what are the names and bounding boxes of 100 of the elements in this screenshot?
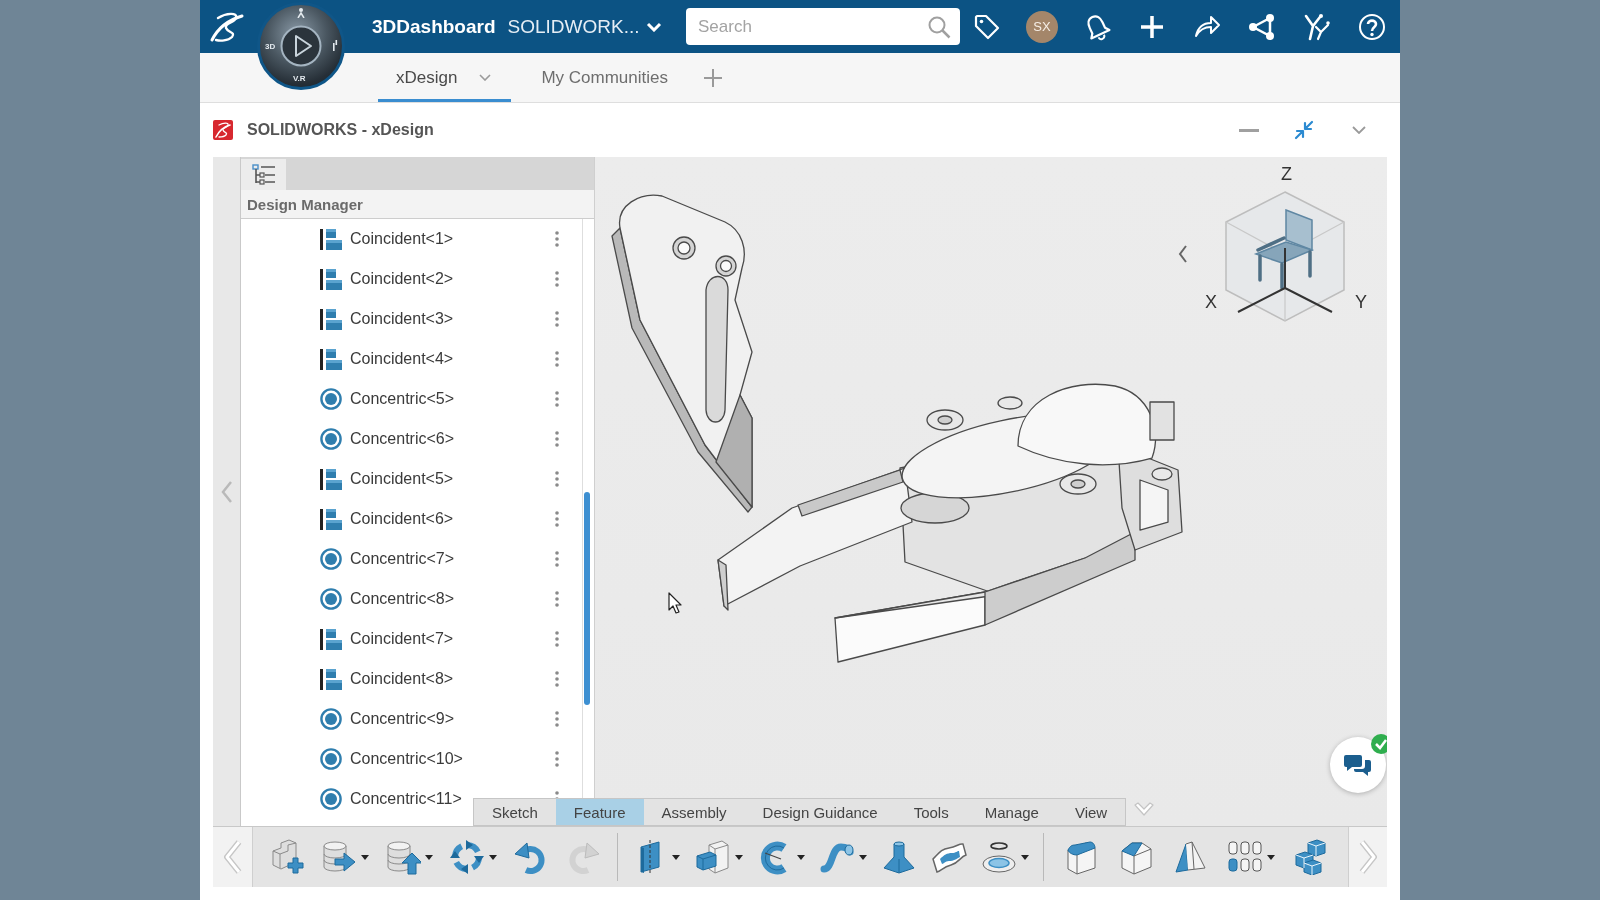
tree-item[interactable]: Coincident<7> <box>350 630 454 648</box>
tag-icon[interactable] <box>973 12 1001 41</box>
command-tab[interactable]: Sketch <box>474 799 556 825</box>
play-icon[interactable] <box>280 25 322 67</box>
more-options-icon[interactable] <box>555 511 559 527</box>
dropdown-caret-icon[interactable] <box>361 854 370 860</box>
grid-icon[interactable] <box>1226 839 1263 875</box>
concentric-icon <box>320 708 342 730</box>
chevron-left-icon[interactable] <box>1178 245 1188 263</box>
person-icon <box>297 8 305 18</box>
coincident-icon <box>320 228 342 250</box>
wedge-icon[interactable] <box>1172 839 1209 875</box>
figures-icon[interactable] <box>1303 12 1331 41</box>
concentric-icon <box>320 748 342 770</box>
search-icon[interactable] <box>927 14 951 39</box>
coincident-icon <box>320 308 342 330</box>
compass-label: V.R <box>293 74 306 83</box>
coincident-icon <box>320 268 342 290</box>
tree-item[interactable]: Concentric<9> <box>350 710 455 728</box>
coincident-icon <box>320 668 342 690</box>
check-icon <box>1371 734 1387 754</box>
more-options-icon[interactable] <box>555 471 559 487</box>
dropdown-caret-icon[interactable] <box>1266 854 1275 860</box>
concentric-icon <box>320 548 342 570</box>
more-options-icon[interactable] <box>555 231 559 247</box>
dropdown-caret-icon[interactable] <box>1021 854 1030 860</box>
cycle-arrows-icon[interactable] <box>449 839 486 875</box>
box-icon[interactable] <box>694 839 731 875</box>
axis-label: X <box>1205 293 1217 311</box>
command-tab[interactable]: View <box>1056 799 1126 825</box>
tab[interactable]: My Communities <box>523 53 688 102</box>
more-options-icon[interactable] <box>555 431 559 447</box>
tree-item[interactable]: Coincident<3> <box>350 310 454 328</box>
concentric-icon <box>320 428 342 450</box>
command-tab[interactable]: Tools <box>895 799 967 825</box>
axis-label: Y <box>1355 293 1367 311</box>
tree-item[interactable]: Coincident<2> <box>350 270 454 288</box>
tree-item[interactable]: Concentric<11> <box>350 790 462 808</box>
chat-button[interactable] <box>1330 737 1386 793</box>
dropdown-caret-icon[interactable] <box>858 854 867 860</box>
more-options-icon[interactable] <box>555 631 559 647</box>
command-tab[interactable]: Assembly <box>643 799 745 825</box>
dropdown-caret-icon[interactable] <box>672 854 681 860</box>
more-options-icon[interactable] <box>555 671 559 687</box>
more-options-icon[interactable] <box>555 391 559 407</box>
tree-item[interactable]: Concentric<10> <box>350 750 463 768</box>
window-title: SOLIDWORKS - xDesign <box>247 121 434 139</box>
tree-item[interactable]: Concentric<6> <box>350 430 455 448</box>
bar-mark-icon <box>332 40 338 51</box>
cursor-icon <box>668 592 682 614</box>
concentric-icon <box>320 388 342 410</box>
tree-item[interactable]: Coincident<5> <box>350 470 454 488</box>
panel-tab[interactable] <box>241 159 286 190</box>
cylinder-arrow-right-icon[interactable] <box>321 839 358 875</box>
more-options-icon[interactable] <box>555 311 559 327</box>
more-options-icon[interactable] <box>555 271 559 287</box>
search-button[interactable] <box>918 8 960 45</box>
coincident-icon <box>320 508 342 530</box>
dropdown-caret-icon[interactable] <box>425 854 434 860</box>
command-tab[interactable]: Manage <box>966 799 1057 825</box>
tree-item[interactable]: Coincident<4> <box>350 350 454 368</box>
more-options-icon[interactable] <box>555 711 559 727</box>
command-tab[interactable]: Design Guidance <box>744 799 896 825</box>
more-options-icon[interactable] <box>555 551 559 567</box>
tree-icon[interactable] <box>251 163 276 186</box>
nodes-icon[interactable] <box>1248 12 1276 41</box>
command-tab[interactable]: Feature <box>555 799 644 825</box>
coincident-icon <box>320 628 342 650</box>
scrollbar-thumb[interactable] <box>584 492 590 705</box>
dropdown-caret-icon[interactable] <box>734 854 743 860</box>
more-options-icon[interactable] <box>555 351 559 367</box>
chat-icon[interactable] <box>1344 753 1372 777</box>
dashboard-name[interactable]: SOLIDWORK... <box>507 15 640 38</box>
collapse-icon[interactable] <box>1294 120 1314 140</box>
tree-item[interactable]: Coincident<1> <box>350 230 454 248</box>
tapered-column-icon[interactable] <box>880 839 917 875</box>
dropdown-caret-icon[interactable] <box>489 854 498 860</box>
tree-item[interactable]: Concentric<8> <box>350 590 455 608</box>
axis-label: Z <box>1281 165 1292 183</box>
concentric-icon <box>320 788 342 810</box>
dropdown-caret-icon[interactable] <box>796 854 805 860</box>
ring-disc-icon[interactable] <box>981 839 1018 875</box>
tree-item[interactable]: Concentric<7> <box>350 550 455 568</box>
search-field[interactable]: Search <box>686 8 918 45</box>
cylinder-arrow-up-icon[interactable] <box>385 839 422 875</box>
coincident-icon <box>320 348 342 370</box>
tree-item[interactable]: Coincident<8> <box>350 670 454 688</box>
concentric-icon <box>320 588 342 610</box>
help-icon[interactable] <box>1358 12 1386 41</box>
app-name: 3DDashboard <box>372 15 496 38</box>
tree-item[interactable]: Concentric<5> <box>350 390 455 408</box>
compass-label: 3D <box>265 42 276 51</box>
more-options-icon[interactable] <box>555 591 559 607</box>
block-plus-icon[interactable] <box>269 839 306 875</box>
panel-title: Design Manager <box>247 195 363 213</box>
logo-icon <box>213 120 233 140</box>
coincident-icon <box>320 468 342 490</box>
minimize-icon[interactable] <box>1239 128 1259 132</box>
tree-item[interactable]: Coincident<6> <box>350 510 454 528</box>
more-options-icon[interactable] <box>555 751 559 767</box>
